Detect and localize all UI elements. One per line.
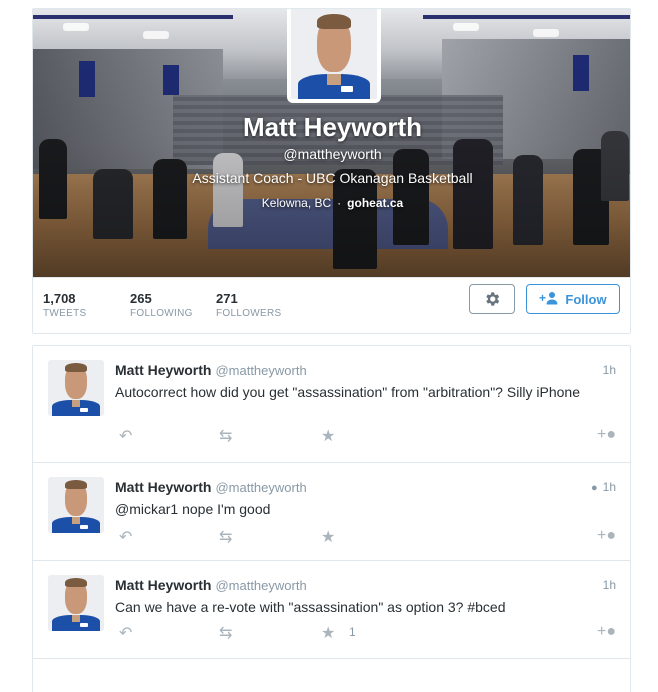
retweet-icon[interactable]: ⇆	[219, 426, 232, 446]
tweet-author-name: Matt Heyworth	[115, 577, 212, 593]
meta-separator: ·	[337, 196, 342, 210]
stat-followers[interactable]: 271 FOLLOWERS	[216, 291, 282, 319]
profile-avatar[interactable]	[287, 9, 381, 103]
retweet-icon[interactable]: ⇆	[219, 527, 232, 547]
tweet-text: @mickar1 nope I'm good	[115, 501, 271, 517]
retweet-icon[interactable]: ⇆	[219, 623, 232, 643]
stat-label: FOLLOWING	[130, 308, 193, 319]
follow-small-icon[interactable]: +●	[597, 527, 616, 545]
tweet-author-name: Matt Heyworth	[115, 479, 212, 495]
gear-icon	[486, 292, 500, 306]
tweet-avatar[interactable]	[48, 360, 104, 416]
favorite-icon[interactable]: ★	[321, 527, 335, 547]
favorite-count: 1	[349, 625, 356, 639]
stat-label: FOLLOWERS	[216, 308, 282, 319]
reply-icon[interactable]: ↶	[119, 426, 132, 446]
stat-tweets[interactable]: 1,708 TWEETS	[43, 291, 86, 319]
tweet[interactable]: Matt Heyworth @mattheyworth 1h Autocorrec…	[33, 346, 630, 463]
tweet-actions: ↶ ⇆ ★ 1 +●	[115, 623, 616, 643]
tweet-author-handle: @mattheyworth	[215, 578, 307, 593]
tweet-timestamp[interactable]: 1h	[603, 578, 616, 592]
profile-url-link[interactable]: goheat.ca	[347, 196, 403, 210]
profile-bio: Assistant Coach - UBC Okanagan Basketbal…	[192, 170, 473, 186]
follow-label: Follow	[565, 291, 607, 307]
tweet-author-name: Matt Heyworth	[115, 362, 212, 378]
stat-value: 271	[216, 291, 238, 306]
follow-small-icon[interactable]: +●	[597, 623, 616, 641]
tweet-text: Can we have a re-vote with "assassinatio…	[115, 599, 506, 615]
favorite-icon[interactable]: ★	[321, 623, 335, 643]
favorite-icon[interactable]: ★	[321, 426, 335, 446]
stat-value: 1,708	[43, 291, 76, 306]
tweet-author-handle: @mattheyworth	[215, 363, 307, 378]
reply-icon[interactable]: ↶	[119, 623, 132, 643]
tweet-author[interactable]: Matt Heyworth @mattheyworth	[115, 479, 307, 495]
tweet[interactable]: Matt Heyworth @mattheyworth ● 1h @mickar1 …	[33, 463, 630, 561]
tweet-actions: ↶ ⇆ ★ +●	[115, 426, 616, 446]
profile-handle: @mattheyworth	[283, 146, 382, 162]
follow-button[interactable]: + Follow	[526, 284, 620, 314]
profile-name: Matt Heyworth	[242, 112, 423, 142]
tweet-author-handle: @mattheyworth	[215, 480, 307, 495]
tweet-timeline: Matt Heyworth @mattheyworth 1h Autocorrec…	[32, 345, 631, 692]
tweet-timestamp[interactable]: 1h	[603, 363, 616, 377]
stat-label: TWEETS	[43, 308, 87, 319]
reply-icon[interactable]: ↶	[119, 527, 132, 547]
follow-small-icon[interactable]: +●	[597, 426, 616, 444]
profile-location: Kelowna, BC	[261, 196, 332, 210]
tweet-text: Autocorrect how did you get "assassinati…	[115, 384, 581, 400]
stat-value: 265	[130, 291, 152, 306]
tweet-timestamp[interactable]: ● 1h	[591, 480, 616, 494]
follow-person-icon: +	[539, 291, 559, 308]
stat-following[interactable]: 265 FOLLOWING	[130, 291, 193, 319]
conversation-icon: ●	[590, 482, 598, 494]
tweet-actions: ↶ ⇆ ★ +●	[115, 527, 616, 547]
tweet-author[interactable]: Matt Heyworth @mattheyworth	[115, 362, 307, 378]
tweet-time-text: 1h	[602, 480, 616, 494]
tweet-avatar[interactable]	[48, 477, 104, 533]
settings-button[interactable]	[469, 284, 515, 314]
tweet-avatar[interactable]	[48, 575, 104, 631]
tweet[interactable]: Matt Heyworth @mattheyworth 1h Can we hav…	[33, 561, 630, 659]
profile-meta: Kelowna, BC · goheat.ca	[33, 196, 630, 210]
tweet-author[interactable]: Matt Heyworth @mattheyworth	[115, 577, 307, 593]
svg-text:+: +	[539, 291, 546, 305]
